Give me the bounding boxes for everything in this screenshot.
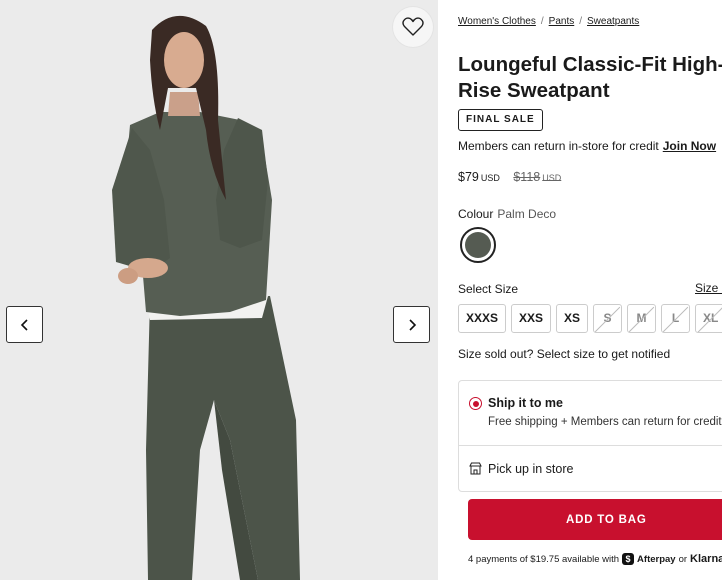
breadcrumb-sweatpants[interactable]: Sweatpants [587, 16, 639, 27]
breadcrumb: Women's Clothes / Pants / Sweatpants [458, 16, 639, 27]
members-return-notice: Members can return in-store for credit Jo… [458, 139, 716, 153]
size-option-xxs[interactable]: XXS [511, 304, 552, 333]
sale-price: $79 [458, 170, 479, 184]
colour-swatch-palm-deco[interactable] [460, 227, 496, 263]
heart-outline-icon [402, 17, 424, 36]
size-option-m[interactable]: M [627, 304, 657, 333]
ship-title: Ship it to me [488, 396, 563, 410]
price: $79 USD $118 USD [458, 170, 561, 184]
select-size-label: Select Size [458, 282, 519, 296]
colour-label: Colour [458, 207, 494, 221]
breadcrumb-womens-clothes[interactable]: Women's Clothes [458, 16, 536, 27]
original-price: $118 USD [513, 170, 562, 184]
size-option-xs[interactable]: XS [556, 304, 589, 333]
previous-image-button[interactable] [6, 306, 43, 343]
product-details-panel: Women's Clothes / Pants / Sweatpants Loungef… [458, 0, 722, 580]
product-title: Loungeful Classic-Fit High-Rise Sweatpan… [458, 53, 722, 102]
store-icon [469, 462, 482, 475]
size-option-xxxs[interactable]: XXXS [458, 304, 507, 333]
size-guide-link[interactable]: Size Guide [695, 281, 722, 295]
join-now-link[interactable]: Join Now [663, 139, 716, 153]
product-image-gallery [0, 0, 438, 580]
breadcrumb-separator: / [579, 16, 583, 27]
ship-radio-selected-icon[interactable] [469, 397, 482, 410]
colour-selector-label: Colour Palm Deco [458, 207, 556, 221]
size-options: XXXS XXS XS S M L XL [458, 304, 722, 333]
favorite-button[interactable] [393, 7, 433, 47]
chevron-left-icon [20, 318, 28, 331]
size-option-s[interactable]: S [593, 304, 623, 333]
members-text: Members can return in-store for credit [458, 139, 659, 153]
final-sale-badge: FINAL SALE [458, 109, 543, 131]
pickup-label: Pick up in store [488, 462, 574, 476]
size-option-l[interactable]: L [661, 304, 691, 333]
breadcrumb-separator: / [540, 16, 544, 27]
size-option-xl[interactable]: XL [695, 304, 722, 333]
divider [459, 445, 722, 446]
size-sold-out-notice: Size sold out? Select size to get notifi… [458, 347, 671, 361]
fulfillment-options: Ship it to me Free shipping + Members ca… [458, 380, 722, 492]
sale-price-currency: USD [480, 173, 500, 183]
next-image-button[interactable] [393, 306, 430, 343]
installments-text: 4 payments of $19.75 available with [468, 553, 620, 565]
chevron-right-icon [408, 318, 416, 331]
afterpay-icon: $ [622, 553, 635, 565]
swatch-fill [465, 232, 491, 258]
breadcrumb-pants[interactable]: Pants [549, 16, 575, 27]
ship-subtitle: Free shipping + Members can return for c… [488, 416, 722, 428]
installment-payments: 4 payments of $19.75 available with $ Af… [468, 553, 722, 565]
afterpay-link[interactable]: Afterpay [637, 554, 676, 565]
klarna-link[interactable]: Klarna. [690, 553, 722, 565]
or-text: or [678, 553, 688, 565]
product-photo [0, 0, 438, 580]
colour-name: Palm Deco [497, 207, 557, 221]
add-to-bag-button[interactable]: ADD TO BAG [468, 499, 722, 540]
